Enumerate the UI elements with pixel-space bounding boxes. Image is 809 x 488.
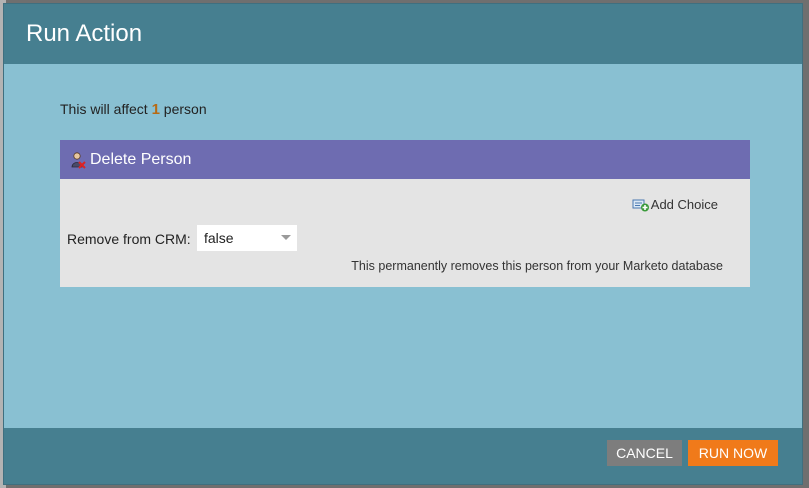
dialog-footer: CANCEL RUN NOW: [4, 428, 802, 484]
person-delete-icon: [70, 151, 86, 169]
affect-suffix: person: [163, 101, 207, 117]
panel-header: Delete Person: [60, 140, 750, 179]
chevron-down-icon: [281, 235, 291, 240]
add-choice-icon: [632, 199, 649, 211]
affect-prefix: This will affect: [60, 101, 148, 117]
delete-warning-note: This permanently removes this person fro…: [351, 259, 723, 273]
dialog-header: Run Action: [4, 4, 802, 64]
run-action-dialog: Run Action This will affect 1 person Del…: [3, 3, 803, 485]
delete-person-panel: Delete Person Add Choice Remove from CRM…: [60, 140, 750, 287]
affect-count: 1: [151, 101, 160, 118]
remove-from-crm-label: Remove from CRM:: [67, 231, 191, 247]
select-value: false: [204, 230, 234, 246]
run-now-button[interactable]: RUN NOW: [688, 440, 778, 466]
panel-title: Delete Person: [90, 150, 192, 168]
add-choice-label: Add Choice: [650, 197, 718, 212]
cancel-button[interactable]: CANCEL: [607, 440, 682, 466]
add-choice-button[interactable]: Add Choice: [632, 197, 718, 212]
dialog-title: Run Action: [26, 20, 143, 47]
remove-from-crm-select[interactable]: false: [197, 225, 297, 251]
affect-summary: This will affect 1 person: [60, 101, 207, 118]
